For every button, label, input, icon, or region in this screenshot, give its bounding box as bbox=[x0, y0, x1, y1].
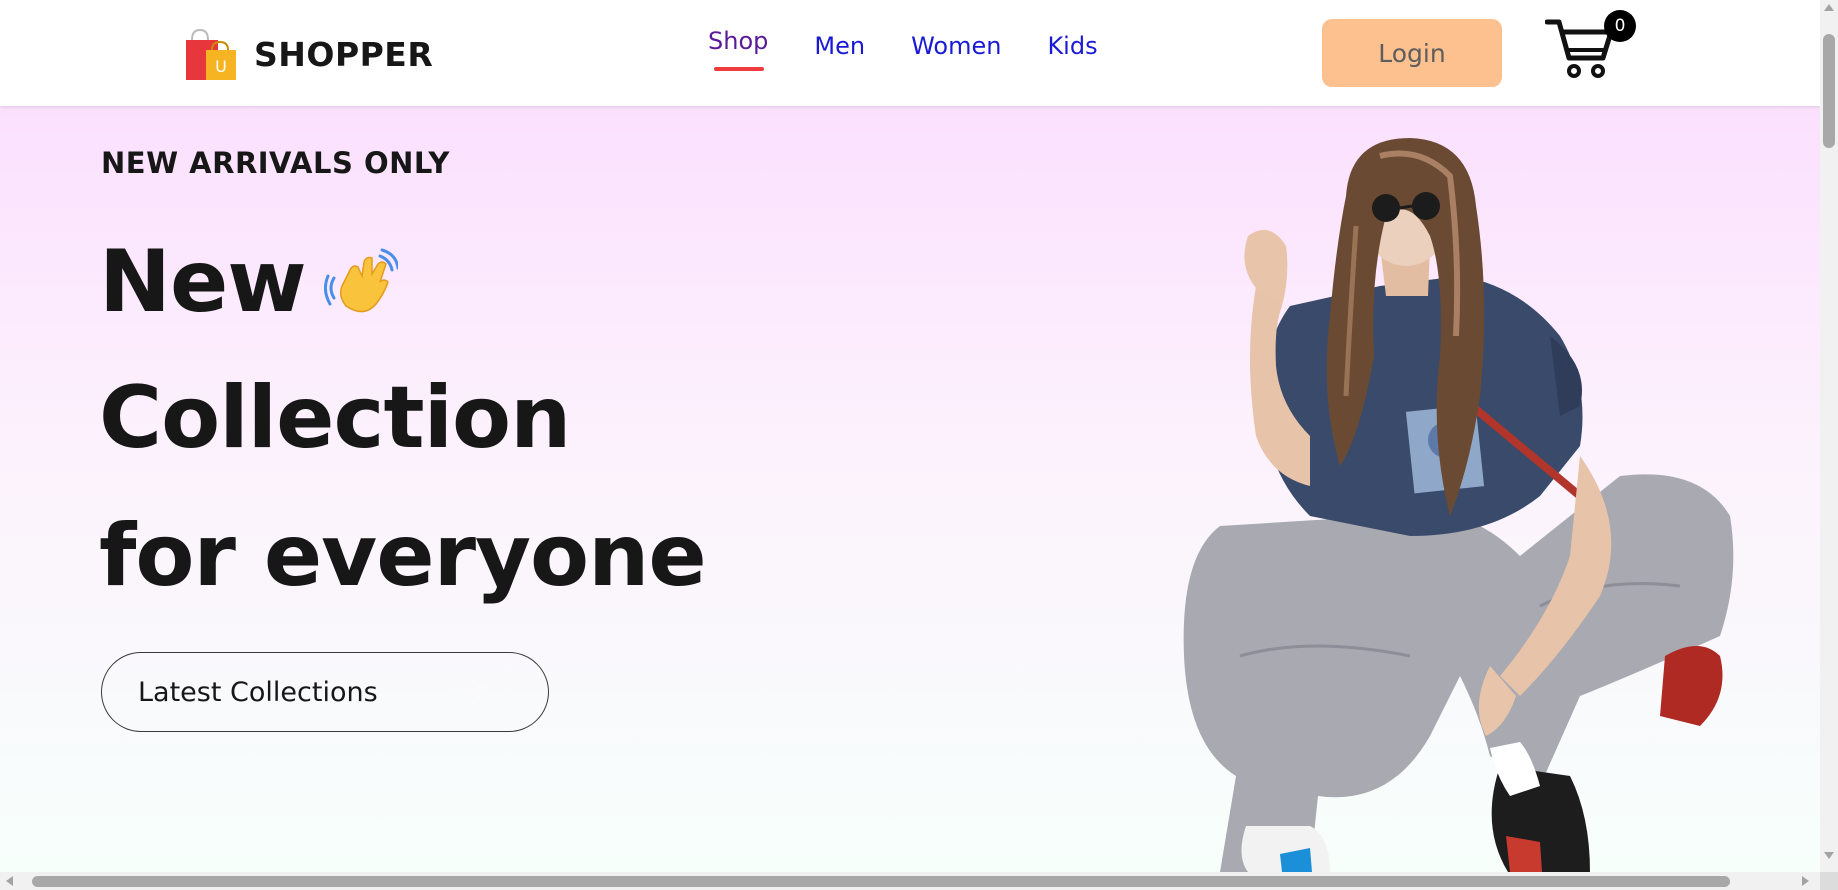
navbar: U SHOPPER Shop Men Women Kids Login 0 bbox=[0, 0, 1820, 106]
nav-item-shop[interactable]: Shop bbox=[708, 27, 769, 71]
arrow-right-icon bbox=[452, 679, 489, 705]
nav-item-label: Women bbox=[911, 32, 1002, 60]
hero-headline-word: New bbox=[99, 232, 307, 332]
vertical-scroll-thumb[interactable] bbox=[1823, 34, 1835, 148]
brand-logo[interactable]: U SHOPPER bbox=[182, 26, 433, 82]
cta-label: Latest Collections bbox=[138, 676, 378, 708]
latest-collections-button[interactable]: Latest Collections bbox=[101, 652, 549, 732]
nav-item-men[interactable]: Men bbox=[814, 32, 865, 60]
nav-item-label: Shop bbox=[708, 27, 769, 55]
hero-headline-line-1: New bbox=[99, 232, 398, 332]
hero-headline-line-2: Collection bbox=[99, 368, 571, 468]
scroll-down-arrow-icon[interactable] bbox=[1824, 852, 1834, 859]
nav-item-label: Men bbox=[814, 32, 866, 60]
scroll-up-arrow-icon[interactable] bbox=[1824, 4, 1834, 11]
vertical-scrollbar[interactable] bbox=[1820, 0, 1838, 872]
logo-badge-letter: U bbox=[215, 57, 227, 76]
hero-eyebrow: NEW ARRIVALS ONLY bbox=[101, 146, 450, 180]
hero-headline-line-3: for everyone bbox=[99, 506, 707, 606]
page-viewport: U SHOPPER Shop Men Women Kids Login 0 NE… bbox=[0, 0, 1820, 872]
waving-hand-icon bbox=[323, 248, 398, 313]
scroll-left-arrow-icon[interactable] bbox=[6, 876, 13, 886]
hero-model-image bbox=[1183, 138, 1734, 872]
nav-item-kids[interactable]: Kids bbox=[1047, 32, 1097, 60]
login-button[interactable]: Login bbox=[1322, 19, 1502, 87]
active-nav-indicator bbox=[714, 67, 764, 71]
main-nav: Shop Men Women Kids bbox=[708, 27, 1144, 71]
scroll-right-arrow-icon[interactable] bbox=[1802, 876, 1809, 886]
horizontal-scrollbar[interactable] bbox=[0, 872, 1820, 890]
nav-item-label: Kids bbox=[1047, 32, 1098, 60]
nav-item-women[interactable]: Women bbox=[911, 32, 1001, 60]
cart-count-badge: 0 bbox=[1604, 10, 1636, 42]
hero-section: NEW ARRIVALS ONLY New Collection for eve… bbox=[0, 106, 1820, 872]
horizontal-scroll-thumb[interactable] bbox=[32, 876, 1730, 887]
brand-name: SHOPPER bbox=[254, 34, 434, 74]
shopping-bags-icon: U bbox=[186, 28, 236, 80]
scrollbar-corner bbox=[1820, 872, 1838, 890]
